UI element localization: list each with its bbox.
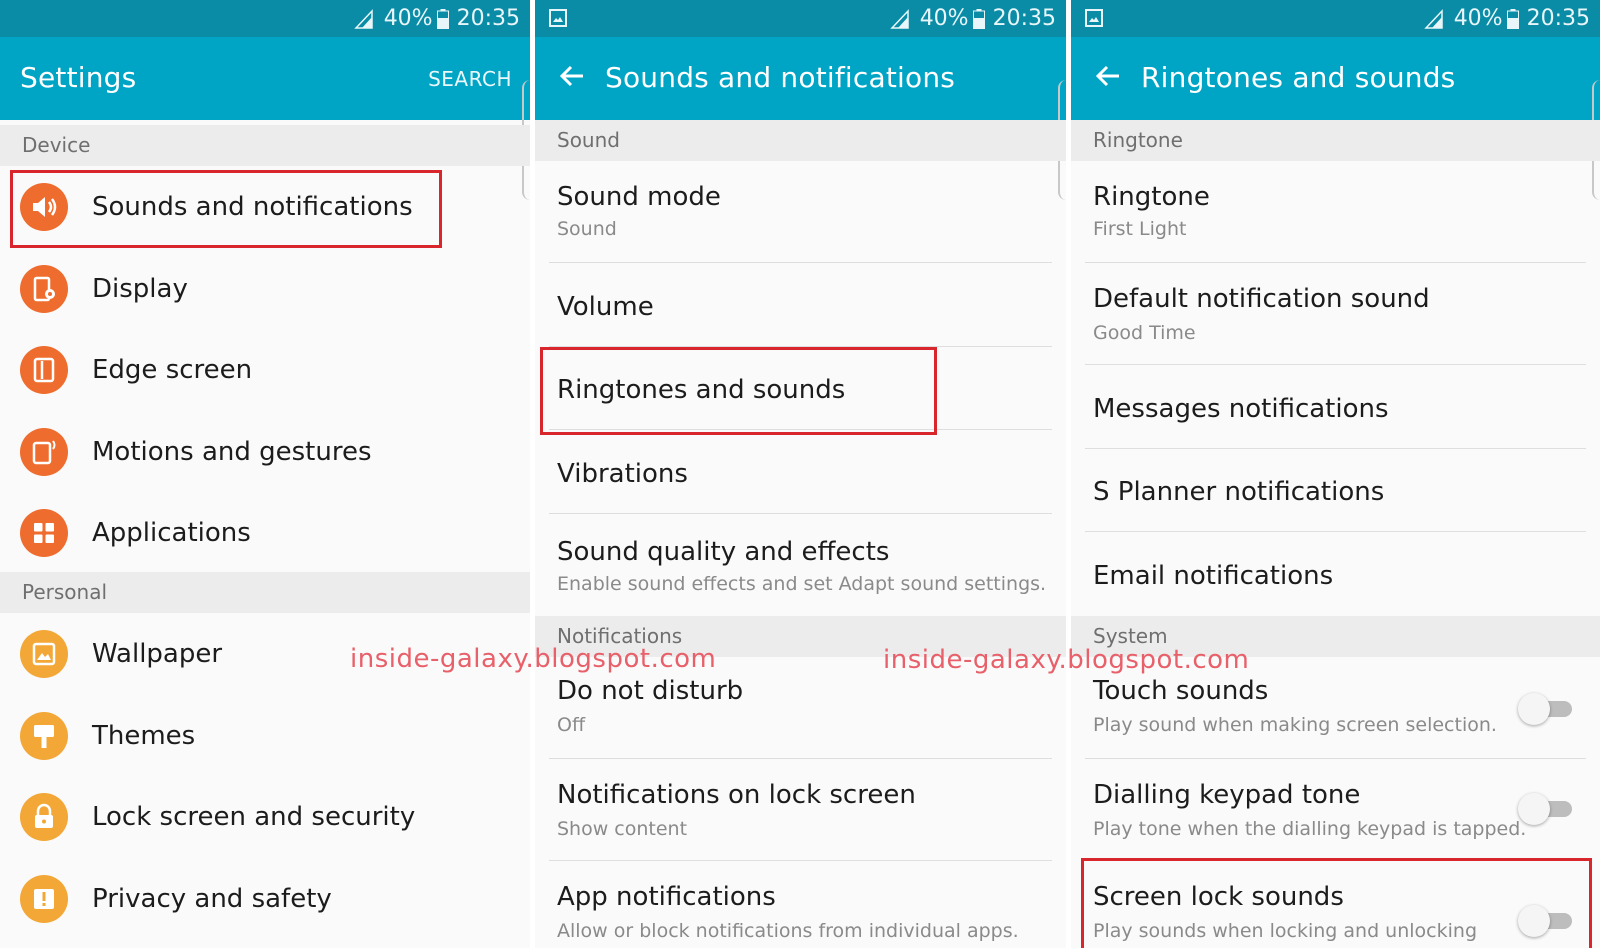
item-title: Notifications on lock screen: [557, 780, 916, 810]
dialling-keypad-tone-item[interactable]: Dialling keypad tone Play tone when the …: [1071, 759, 1600, 861]
signal-icon: [889, 9, 909, 29]
settings-item-privacy-and-safety[interactable]: Privacy and safety: [0, 858, 530, 940]
sound-quality-item[interactable]: Sound quality and effects Enable sound e…: [535, 514, 1066, 616]
item-label: Motions and gestures: [92, 436, 372, 467]
gallery-notification-icon: [549, 9, 567, 27]
display-icon: [20, 264, 68, 313]
sounds-panel: 40% 20:35 Sounds and notifications Sound…: [535, 0, 1066, 948]
item-title: Do not disturb: [557, 676, 744, 706]
item-subtitle: Good Time: [1093, 322, 1196, 344]
item-subtitle: Play tone when the dialling keypad is ta…: [1093, 818, 1527, 840]
watermark-text: inside-galaxy.blogspot.com: [883, 645, 1250, 675]
messages-notifications-item[interactable]: Messages notifications: [1071, 365, 1600, 449]
applications-icon: [20, 509, 68, 557]
search-button[interactable]: SEARCH: [428, 67, 512, 91]
item-subtitle: Off: [557, 714, 586, 736]
battery-percent: 40%: [919, 6, 969, 31]
gallery-notification-icon: [1085, 9, 1103, 27]
item-subtitle: Play sound when making screen selection.: [1093, 714, 1497, 736]
page-title: Ringtones and sounds: [1141, 61, 1456, 94]
sound-mode-item[interactable]: Sound mode Sound: [535, 161, 1066, 263]
item-label: Privacy and safety: [92, 883, 332, 914]
item-title: Ringtone: [1093, 182, 1210, 212]
item-label: Applications: [92, 518, 251, 548]
clock: 20:35: [1526, 6, 1590, 31]
highlight-box: [1081, 858, 1592, 948]
item-title: App notifications: [557, 882, 776, 912]
battery-icon: [436, 9, 449, 29]
battery-icon: [972, 9, 985, 29]
item-subtitle: Show content: [557, 818, 688, 840]
item-title: Volume: [557, 292, 654, 322]
ringtone-item[interactable]: Ringtone First Light: [1071, 161, 1600, 263]
settings-item-display[interactable]: Display: [0, 248, 530, 330]
lock-screen-notifications-item[interactable]: Notifications on lock screen Show conten…: [535, 759, 1066, 861]
item-title: Sound mode: [557, 182, 721, 212]
touch-sounds-toggle[interactable]: [1518, 691, 1572, 727]
settings-item-lock-screen-and-security[interactable]: Lock screen and security: [0, 776, 530, 858]
clock: 20:35: [456, 6, 520, 31]
settings-item-themes[interactable]: Themes: [0, 695, 530, 777]
status-bar: 40% 20:35: [535, 0, 1066, 37]
section-device: Device: [0, 125, 530, 166]
item-subtitle: Sound: [557, 218, 617, 240]
item-title: Dialling keypad tone: [1093, 780, 1361, 810]
volume-item[interactable]: Volume: [535, 263, 1066, 347]
item-label: Lock screen and security: [92, 802, 416, 832]
item-title: Sound quality and effects: [557, 537, 890, 567]
s-planner-notifications-item[interactable]: S Planner notifications: [1071, 449, 1600, 532]
highlight-box: [540, 347, 937, 435]
clock: 20:35: [992, 6, 1056, 31]
item-label: Themes: [92, 720, 196, 751]
app-bar: Sounds and notifications: [535, 37, 1066, 120]
themes-icon: [20, 711, 68, 760]
settings-item-edge-screen[interactable]: Edge screen: [0, 329, 530, 411]
app-bar: Ringtones and sounds: [1071, 37, 1600, 120]
highlight-box: [10, 170, 442, 248]
default-notification-sound-item[interactable]: Default notification sound Good Time: [1071, 263, 1600, 365]
vibrations-item[interactable]: Vibrations: [535, 430, 1066, 514]
battery-percent: 40%: [1453, 6, 1503, 31]
item-label: Display: [92, 273, 188, 304]
privacy-icon: [20, 874, 68, 923]
lock-icon: [20, 793, 68, 841]
ringtones-panel: 40% 20:35 Ringtones and sounds Ringtone …: [1071, 0, 1600, 948]
item-label: Wallpaper: [92, 639, 223, 669]
item-label: Edge screen: [92, 355, 253, 385]
status-bar: 40% 20:35: [1071, 0, 1600, 37]
wallpaper-icon: [20, 630, 68, 678]
battery-icon: [1506, 9, 1519, 29]
item-subtitle: Enable sound effects and set Adapt sound…: [557, 573, 1047, 595]
signal-icon: [353, 9, 373, 29]
section-sound: Sound: [535, 120, 1066, 161]
app-bar: Settings SEARCH: [0, 37, 530, 120]
page-title: Sounds and notifications: [605, 61, 956, 94]
item-title: S Planner notifications: [1093, 477, 1385, 507]
back-arrow-icon[interactable]: [1093, 61, 1123, 91]
settings-panel: 40% 20:35 Settings SEARCH Device Sounds …: [0, 0, 530, 948]
battery-percent: 40%: [383, 6, 433, 31]
item-title: Email notifications: [1093, 561, 1334, 591]
back-arrow-icon[interactable]: [557, 61, 587, 91]
page-title: Settings: [20, 61, 137, 94]
item-subtitle: First Light: [1093, 218, 1187, 240]
item-title: Touch sounds: [1093, 676, 1269, 706]
section-personal: Personal: [0, 572, 530, 613]
watermark-text: inside-galaxy.blogspot.com: [350, 644, 717, 674]
item-title: Default notification sound: [1093, 284, 1430, 314]
signal-icon: [1423, 9, 1443, 29]
section-ringtone: Ringtone: [1071, 120, 1600, 161]
settings-item-applications[interactable]: Applications: [0, 492, 530, 574]
item-subtitle: Allow or block notifications from indivi…: [557, 920, 1019, 942]
app-notifications-item[interactable]: App notifications Allow or block notific…: [535, 861, 1066, 948]
status-bar: 40% 20:35: [0, 0, 530, 37]
motion-icon: [20, 427, 68, 476]
edge-screen-icon: [20, 346, 68, 394]
settings-item-motions-and-gestures[interactable]: Motions and gestures: [0, 411, 530, 493]
item-title: Messages notifications: [1093, 394, 1389, 424]
email-notifications-item[interactable]: Email notifications: [1071, 532, 1600, 616]
dialling-keypad-tone-toggle[interactable]: [1518, 791, 1572, 827]
item-title: Vibrations: [557, 459, 688, 489]
